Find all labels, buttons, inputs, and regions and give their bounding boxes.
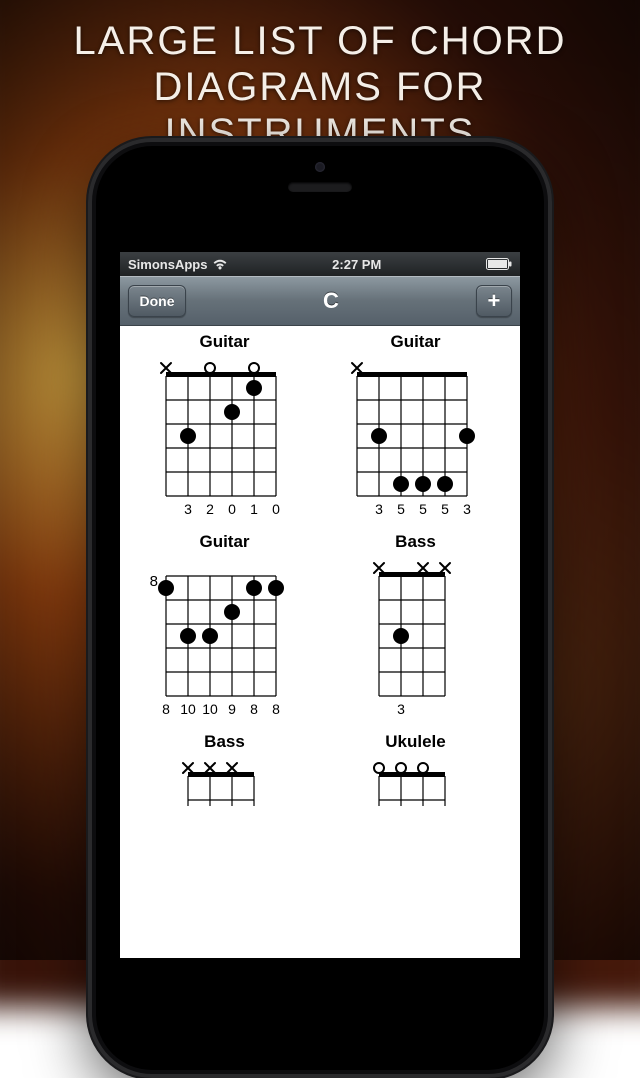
chord-cell[interactable]: Bass xyxy=(134,732,315,806)
chord-diagram xyxy=(164,756,286,806)
promo-headline: LARGE LIST OF CHORDDIAGRAMS FOR INSTRUME… xyxy=(0,18,640,156)
chord-diagram xyxy=(355,756,477,806)
phone-frame: SimonsApps 2:27 PM Done C + Guitar32010G… xyxy=(88,138,552,1078)
instrument-label: Guitar xyxy=(199,532,249,552)
add-button[interactable]: + xyxy=(476,285,512,317)
instrument-label: Bass xyxy=(395,532,436,552)
chord-cell[interactable]: Guitar881010988 xyxy=(134,532,315,726)
svg-text:3: 3 xyxy=(397,701,405,717)
status-bar: SimonsApps 2:27 PM xyxy=(120,252,520,276)
svg-text:5: 5 xyxy=(419,501,427,517)
battery-icon xyxy=(486,258,512,270)
svg-text:8: 8 xyxy=(250,701,258,717)
svg-text:8: 8 xyxy=(272,701,280,717)
chord-cell[interactable]: Guitar35553 xyxy=(325,332,506,526)
svg-text:2: 2 xyxy=(206,501,214,517)
chord-cell[interactable]: Ukulele xyxy=(325,732,506,806)
chord-cell[interactable]: Guitar32010 xyxy=(134,332,315,526)
svg-text:10: 10 xyxy=(202,701,218,717)
clock-label: 2:27 PM xyxy=(332,257,381,272)
phone-speaker xyxy=(288,182,352,192)
svg-text:1: 1 xyxy=(250,501,258,517)
svg-text:10: 10 xyxy=(180,701,196,717)
chord-cell[interactable]: Bass 3 xyxy=(325,532,506,726)
wifi-icon xyxy=(213,259,227,270)
svg-text:5: 5 xyxy=(397,501,405,517)
chord-diagram: 32010 xyxy=(142,356,308,526)
nav-bar: Done C + xyxy=(120,276,520,326)
svg-text:3: 3 xyxy=(184,501,192,517)
chord-diagram: 3 xyxy=(355,556,477,726)
svg-text:0: 0 xyxy=(228,501,236,517)
chord-grid: Guitar32010Guitar35553Guitar881010988Bas… xyxy=(120,326,520,806)
content-area: Guitar32010Guitar35553Guitar881010988Bas… xyxy=(120,326,520,958)
screen: SimonsApps 2:27 PM Done C + Guitar32010G… xyxy=(120,252,520,958)
svg-text:3: 3 xyxy=(375,501,383,517)
instrument-label: Bass xyxy=(204,732,245,752)
instrument-label: Ukulele xyxy=(385,732,445,752)
svg-text:8: 8 xyxy=(162,701,170,717)
chord-diagram: 881010988 xyxy=(142,556,308,726)
svg-text:8: 8 xyxy=(149,573,157,590)
done-button[interactable]: Done xyxy=(128,285,186,317)
chord-diagram: 35553 xyxy=(333,356,499,526)
svg-text:9: 9 xyxy=(228,701,236,717)
phone-camera xyxy=(315,162,325,172)
instrument-label: Guitar xyxy=(199,332,249,352)
carrier-label: SimonsApps xyxy=(128,257,207,272)
svg-text:3: 3 xyxy=(463,501,471,517)
svg-text:5: 5 xyxy=(441,501,449,517)
page-title: C xyxy=(323,288,339,314)
svg-text:0: 0 xyxy=(272,501,280,517)
instrument-label: Guitar xyxy=(390,332,440,352)
